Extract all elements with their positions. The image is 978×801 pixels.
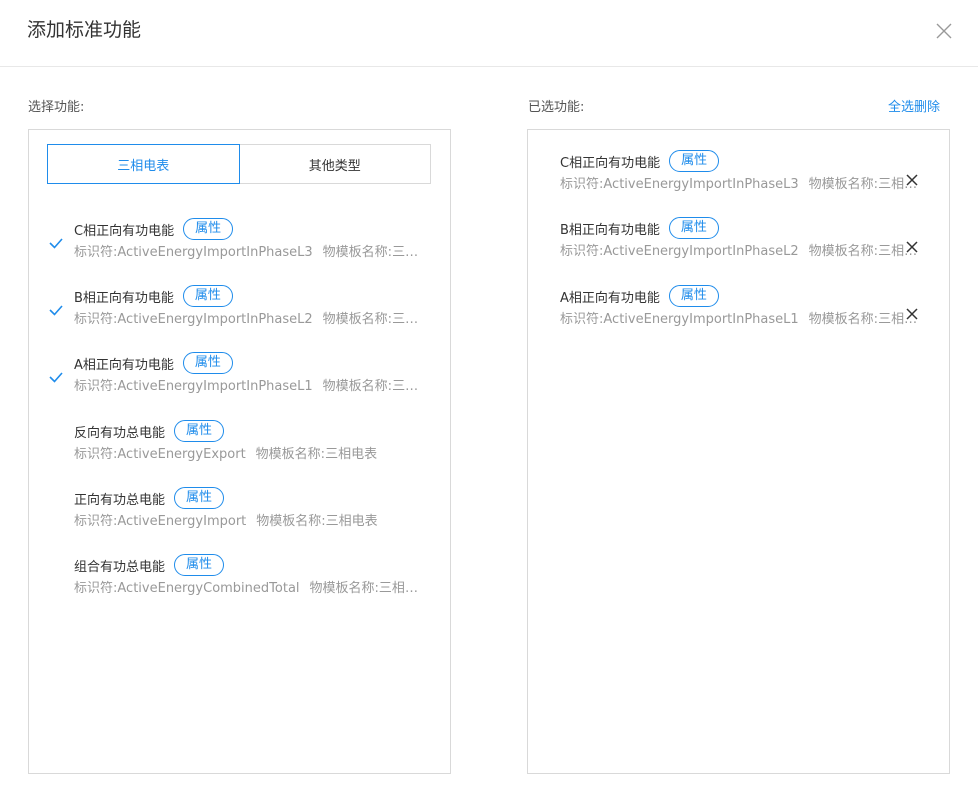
type-badge: 属性: [668, 285, 719, 307]
select-function-label: 选择功能:: [28, 100, 85, 115]
delete-all-button[interactable]: 全选删除: [888, 99, 940, 117]
function-meta: 标识符:ActiveEnergyImportInPhaseL2 物模板名称:三相电…: [74, 310, 430, 330]
function-name: B相正向有功电能: [74, 290, 174, 306]
type-badge: 属性: [183, 218, 234, 240]
identifier-value: ActiveEnergyImportInPhaseL2: [117, 312, 313, 327]
tab-other-types[interactable]: 其他类型: [240, 145, 431, 183]
identifier-label: 标识符:: [74, 581, 118, 596]
function-name: 反向有功总电能: [74, 425, 166, 441]
dialog-header: 添加标准功能: [0, 0, 978, 67]
remove-icon[interactable]: [905, 240, 919, 254]
close-button[interactable]: [934, 21, 954, 41]
function-name: 正向有功总电能: [74, 492, 166, 508]
template-name-value: 三相电表: [325, 447, 378, 462]
template-name-label: 物模板名称:: [255, 447, 326, 462]
identifier-label: 标识符:: [74, 447, 118, 462]
identifier-value: ActiveEnergyImportInPhaseL1: [117, 379, 313, 394]
identifier-label: 标识符:: [560, 312, 604, 327]
function-meta: 标识符:ActiveEnergyCombinedTotal 物模板名称:三相电表: [74, 579, 430, 599]
template-name-value: 三相电表: [378, 581, 430, 596]
remove-icon[interactable]: [905, 307, 919, 321]
function-list-item[interactable]: 组合有功总电能 属性 标识符:ActiveEnergyCombinedTotal…: [74, 554, 430, 604]
selected-list-item: C相正向有功电能 属性 标识符:ActiveEnergyImportInPhas…: [560, 150, 928, 200]
template-name-label: 物模板名称:: [322, 312, 393, 327]
identifier-label: 标识符:: [74, 514, 118, 529]
function-meta: 标识符:ActiveEnergyImport 物模板名称:三相电表: [74, 512, 430, 532]
function-meta: 标识符:ActiveEnergyImportInPhaseL3 物模板名称:三相电…: [74, 243, 430, 263]
template-name-label: 物模板名称:: [309, 581, 379, 596]
template-name-label: 物模板名称:: [808, 312, 879, 327]
template-tabs: 三相电表 其他类型: [47, 144, 431, 184]
template-name-value: 三相电表: [878, 312, 928, 327]
identifier-value: ActiveEnergyImport: [117, 514, 247, 529]
function-name: A相正向有功电能: [74, 357, 174, 373]
check-icon: [49, 372, 63, 383]
add-standard-function-dialog: 添加标准功能 选择功能: 三相电表 其他类型 C相正向有功电能 属性 标识符:A…: [0, 0, 978, 801]
template-name-value: 三相电表: [392, 312, 430, 327]
function-list-item[interactable]: 正向有功总电能 属性 标识符:ActiveEnergyImport 物模板名称:三…: [74, 487, 430, 537]
check-icon: [49, 305, 63, 316]
identifier-value: ActiveEnergyExport: [117, 447, 246, 462]
function-meta: 标识符:ActiveEnergyExport 物模板名称:三相电表: [74, 445, 430, 465]
function-name: C相正向有功电能: [74, 223, 175, 239]
function-meta: 标识符:ActiveEnergyImportInPhaseL1 物模板名称:三相电…: [560, 310, 928, 330]
template-name-value: 三相电表: [878, 244, 928, 259]
type-badge: 属性: [174, 420, 225, 442]
function-meta: 标识符:ActiveEnergyImportInPhaseL1 物模板名称:三相电…: [74, 377, 430, 397]
template-name-value: 三相电表: [325, 514, 378, 529]
template-name-value: 三相电表: [392, 379, 430, 394]
selected-function-label: 已选功能:: [528, 100, 585, 115]
type-badge: 属性: [174, 487, 225, 509]
selected-function-panel: C相正向有功电能 属性 标识符:ActiveEnergyImportInPhas…: [527, 129, 950, 774]
type-badge: 属性: [182, 285, 233, 307]
selected-list-item: A相正向有功电能 属性 标识符:ActiveEnergyImportInPhas…: [560, 285, 928, 335]
identifier-value: ActiveEnergyImportInPhaseL3: [117, 245, 313, 260]
function-list-item[interactable]: 反向有功总电能 属性 标识符:ActiveEnergyExport 物模板名称:三…: [74, 420, 430, 470]
identifier-label: 标识符:: [560, 244, 604, 259]
function-meta: 标识符:ActiveEnergyImportInPhaseL2 物模板名称:三相电…: [560, 242, 928, 262]
function-name: C相正向有功电能: [560, 155, 661, 171]
template-name-label: 物模板名称:: [322, 379, 393, 394]
identifier-value: ActiveEnergyImportInPhaseL1: [603, 312, 799, 327]
type-badge: 属性: [669, 150, 720, 172]
identifier-value: ActiveEnergyCombinedTotal: [117, 581, 300, 596]
function-list-item[interactable]: A相正向有功电能 属性 标识符:ActiveEnergyImportInPhas…: [49, 352, 430, 402]
identifier-label: 标识符:: [74, 245, 118, 260]
check-icon: [49, 238, 63, 249]
identifier-label: 标识符:: [74, 379, 118, 394]
function-list-item[interactable]: C相正向有功电能 属性 标识符:ActiveEnergyImportInPhas…: [49, 218, 430, 268]
type-badge: 属性: [182, 352, 233, 374]
function-name: B相正向有功电能: [560, 222, 660, 238]
close-icon: [936, 23, 952, 39]
type-badge: 属性: [174, 554, 225, 576]
template-name-label: 物模板名称:: [256, 514, 326, 529]
tab-three-phase-meter[interactable]: 三相电表: [47, 144, 240, 184]
selected-list-item: B相正向有功电能 属性 标识符:ActiveEnergyImportInPhas…: [560, 217, 928, 267]
function-list-item[interactable]: B相正向有功电能 属性 标识符:ActiveEnergyImportInPhas…: [49, 285, 430, 335]
template-name-label: 物模板名称:: [808, 244, 879, 259]
remove-icon[interactable]: [905, 173, 919, 187]
identifier-value: ActiveEnergyImportInPhaseL2: [603, 244, 799, 259]
identifier-label: 标识符:: [74, 312, 118, 327]
template-name-label: 物模板名称:: [808, 177, 879, 192]
template-name-value: 三相电表: [392, 245, 430, 260]
identifier-value: ActiveEnergyImportInPhaseL3: [603, 177, 799, 192]
template-name-label: 物模板名称:: [322, 245, 393, 260]
function-meta: 标识符:ActiveEnergyImportInPhaseL3 物模板名称:三相电…: [560, 175, 928, 195]
function-name: 组合有功总电能: [74, 559, 166, 575]
identifier-label: 标识符:: [560, 177, 604, 192]
select-function-panel: 三相电表 其他类型 C相正向有功电能 属性 标识符:ActiveEnergyIm…: [28, 129, 451, 774]
dialog-title: 添加标准功能: [27, 19, 142, 41]
template-name-value: 三相电表: [878, 177, 928, 192]
function-name: A相正向有功电能: [560, 290, 660, 306]
type-badge: 属性: [668, 217, 719, 239]
